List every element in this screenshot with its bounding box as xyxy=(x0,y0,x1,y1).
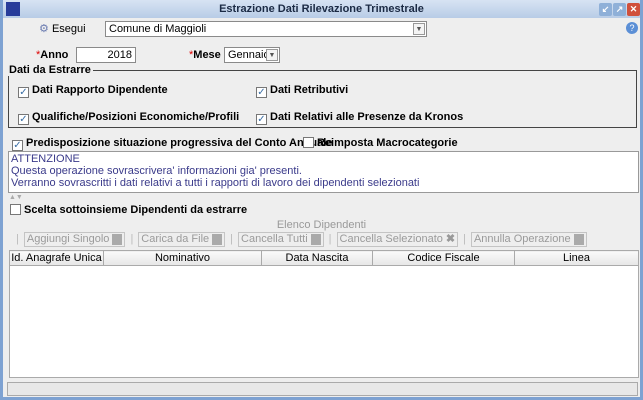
checkbox-predisposizione[interactable]: ✓ Predisposizione situazione progressiva … xyxy=(12,137,332,151)
splitter-handle[interactable]: ▲▼ xyxy=(9,194,23,201)
list-title: Elenco Dipendenti xyxy=(276,219,367,231)
checkbox-checked-icon[interactable]: ✓ xyxy=(18,114,29,125)
table-body[interactable] xyxy=(9,266,639,378)
main-window: Estrazione Dati Rilevazione Trimestrale … xyxy=(0,0,643,400)
checkbox-presenze[interactable]: ✓ Dati Relativi alle Presenze da Kronos xyxy=(256,111,463,125)
arrow-right-icon xyxy=(573,233,584,245)
mese-label: Mese xyxy=(193,49,221,61)
checkbox-checked-icon[interactable]: ✓ xyxy=(12,140,23,151)
button-label: Cancella Selezionato xyxy=(339,232,443,245)
button-label: Annulla Operazione xyxy=(473,232,571,245)
toolbar-separator: | xyxy=(328,233,332,245)
mese-select-value: Gennaio xyxy=(228,49,270,61)
toolbar-separator: | xyxy=(130,233,134,245)
checkbox-retributivi[interactable]: ✓ Dati Retributivi xyxy=(256,84,348,98)
dati-legend: Dati da Estrarre xyxy=(9,64,91,76)
minimize-icon[interactable]: ↙ xyxy=(599,3,612,16)
checkbox-qualifiche[interactable]: ✓ Qualifiche/Posizioni Economiche/Profili xyxy=(18,111,239,125)
document-icon xyxy=(112,233,123,245)
checkbox-checked-icon[interactable]: ✓ xyxy=(18,87,29,98)
annulla-button[interactable]: Annulla Operazione xyxy=(470,231,587,247)
ente-select[interactable]: Comune di Maggioli ▼ xyxy=(105,21,427,37)
employees-table: Id. Anagrafe Unica Nominativo Data Nasci… xyxy=(9,250,639,266)
warning-line: Questa operazione sovrascrivera' informa… xyxy=(11,165,302,177)
title-bar: Estrazione Dati Rilevazione Trimestrale … xyxy=(3,0,640,18)
checkbox-label: Predisposizione situazione progressiva d… xyxy=(26,137,333,149)
anno-label: Anno xyxy=(40,49,69,61)
checkbox-unchecked-icon[interactable] xyxy=(303,137,314,148)
run-button-label: Esegui xyxy=(51,23,86,35)
col-id[interactable]: Id. Anagrafe Unica xyxy=(9,250,104,266)
button-label: Carica da File xyxy=(141,232,210,245)
gears-icon: ⚙ xyxy=(39,23,49,35)
chevron-down-icon[interactable]: ▼ xyxy=(266,49,278,61)
checkbox-label: Qualifiche/Posizioni Economiche/Profili xyxy=(32,111,240,123)
upload-icon xyxy=(212,233,223,245)
checkbox-subset[interactable]: Scelta sottoinsieme Dipendenti da estrar… xyxy=(10,204,247,216)
mese-field-label: *Mese xyxy=(189,49,221,61)
aggiungi-button[interactable]: Aggiungi Singolo xyxy=(23,231,126,247)
checkbox-reimposta[interactable]: Reimposta Macrocategorie xyxy=(303,137,458,149)
warning-message: ATTENZIONE Questa operazione sovrascrive… xyxy=(8,151,639,193)
help-icon[interactable]: ? xyxy=(626,22,638,34)
toolbar-separator: | xyxy=(16,233,19,245)
mese-select[interactable]: Gennaio ▼ xyxy=(224,47,280,63)
cancella-tutti-button[interactable]: Cancella Tutti xyxy=(238,231,324,247)
checkbox-label: Dati Retributivi xyxy=(270,84,349,96)
x-icon: ✖ xyxy=(445,232,456,245)
window-title: Estrazione Dati Rilevazione Trimestrale xyxy=(219,3,424,15)
app-icon xyxy=(6,2,20,16)
col-codice-fiscale[interactable]: Codice Fiscale xyxy=(372,250,515,266)
anno-input[interactable]: 2018 xyxy=(76,47,136,63)
carica-button[interactable]: Carica da File xyxy=(138,231,226,247)
cancella-selezionato-button[interactable]: Cancella Selezionato ✖ xyxy=(336,231,459,247)
ente-select-value: Comune di Maggioli xyxy=(109,23,207,35)
checkbox-label: Scelta sottoinsieme Dipendenti da estrar… xyxy=(24,204,248,216)
table-header-row: Id. Anagrafe Unica Nominativo Data Nasci… xyxy=(9,250,639,266)
list-toolbar: | Aggiungi Singolo | Carica da File | Cance… xyxy=(11,231,587,247)
checkbox-checked-icon[interactable]: ✓ xyxy=(256,114,267,125)
checkbox-checked-icon[interactable]: ✓ xyxy=(256,87,267,98)
close-icon[interactable]: ✕ xyxy=(627,3,640,16)
maximize-icon[interactable]: ↗ xyxy=(613,3,626,16)
delete-all-icon xyxy=(310,233,321,245)
anno-field-label: *Anno xyxy=(36,49,68,61)
warning-title: ATTENZIONE xyxy=(11,153,80,165)
checkbox-unchecked-icon[interactable] xyxy=(10,204,21,215)
toolbar-separator: | xyxy=(463,233,466,245)
checkbox-label: Dati Rapporto Dipendente xyxy=(32,84,168,96)
toolbar-separator: | xyxy=(230,233,234,245)
checkbox-label: Reimposta Macrocategorie xyxy=(317,137,458,149)
checkbox-rapporto[interactable]: ✓ Dati Rapporto Dipendente xyxy=(18,84,168,98)
col-linea[interactable]: Linea xyxy=(514,250,639,266)
checkbox-label: Dati Relativi alle Presenze da Kronos xyxy=(270,111,464,123)
col-data-nascita[interactable]: Data Nascita xyxy=(261,250,373,266)
button-label: Aggiungi Singolo xyxy=(26,232,110,245)
button-label: Cancella Tutti xyxy=(241,232,308,245)
status-bar xyxy=(7,382,638,396)
warning-line: Verranno sovrascritti i dati relativi a … xyxy=(11,177,420,189)
col-nominativo[interactable]: Nominativo xyxy=(103,250,262,266)
chevron-down-icon[interactable]: ▼ xyxy=(413,23,425,35)
run-button[interactable]: ⚙ Esegui xyxy=(39,22,86,35)
